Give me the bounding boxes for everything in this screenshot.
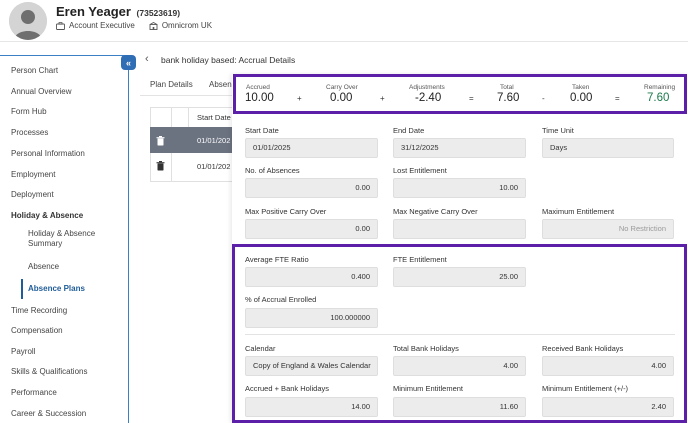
sidebar-item-compensation[interactable]: Compensation (11, 326, 63, 335)
fte-entitlement-label: FTE Entitlement (393, 255, 447, 264)
max-negative-carry-over-label: Max Negative Carry Over (393, 207, 478, 216)
sidebar-item-payroll[interactable]: Payroll (11, 347, 35, 356)
start-date-field[interactable]: 01/01/2025 (245, 138, 378, 158)
calendar-label: Calendar (245, 344, 276, 353)
summary-accrued-label: Accrued (246, 84, 270, 91)
page-title: bank holiday based: Accrual Details (161, 55, 296, 65)
sidebar-item-deployment[interactable]: Deployment (11, 190, 54, 199)
plus-operator: + (297, 94, 302, 103)
tab-absences[interactable]: Absen (209, 80, 232, 89)
employee-company: Omnicrom UK (161, 21, 213, 30)
summary-taken-label: Taken (572, 84, 590, 91)
sidebar-item-holiday-absence[interactable]: Holiday & Absence (11, 211, 83, 220)
total-bank-holidays-field[interactable]: 4.00 (393, 356, 526, 376)
sidebar-item-personal-information[interactable]: Personal Information (11, 149, 85, 158)
received-bank-holidays-label: Received Bank Holidays (542, 344, 624, 353)
sidebar-subitem-absence-plans[interactable]: Absence Plans (28, 284, 123, 294)
sidebar-item-performance[interactable]: Performance (11, 388, 57, 397)
summary-total-label: Total (500, 84, 514, 91)
sidebar-item-person-chart[interactable]: Person Chart (11, 66, 58, 75)
time-unit-label: Time Unit (542, 126, 574, 135)
minimum-entitlement-pm-field[interactable]: 2.40 (542, 397, 674, 417)
lost-entitlement-label: Lost Entitlement (393, 166, 447, 175)
pct-accrual-enrolled-label: % of Accrual Enrolled (245, 295, 317, 304)
avatar (9, 2, 47, 40)
average-fte-ratio-label: Average FTE Ratio (245, 255, 309, 264)
summary-accrued-value: 10.00 (245, 92, 274, 104)
end-date-label: End Date (393, 126, 425, 135)
received-bank-holidays-field[interactable]: 4.00 (542, 356, 674, 376)
sidebar-item-skills-qualifications[interactable]: Skills & Qualifications (11, 367, 87, 376)
table-divider (188, 107, 189, 127)
sidebar-item-processes[interactable]: Processes (11, 128, 48, 137)
sidebar-item-annual-overview[interactable]: Annual Overview (11, 87, 71, 96)
employee-name-line: Eren Yeager (73523619) (56, 4, 180, 19)
sidebar-item-career-succession[interactable]: Career & Succession (11, 409, 86, 418)
total-bank-holidays-label: Total Bank Holidays (393, 344, 459, 353)
sidebar-subitem-holiday-absence-summary[interactable]: Holiday & Absence Summary (28, 229, 123, 249)
section-divider (245, 334, 675, 335)
maximum-entitlement-field[interactable]: No Restriction (542, 219, 674, 239)
table-cell-start: 01/01/202 (197, 136, 231, 145)
calendar-field[interactable]: Copy of England & Wales Calendar (245, 356, 378, 376)
max-positive-carry-over-field[interactable]: 0.00 (245, 219, 378, 239)
plus-operator: + (380, 94, 385, 103)
accrued-bank-holidays-field[interactable]: 14.00 (245, 397, 378, 417)
briefcase-icon (56, 21, 65, 30)
employee-role: Account Executive (69, 21, 135, 30)
max-positive-carry-over-label: Max Positive Carry Over (245, 207, 327, 216)
minimum-entitlement-pm-label: Minimum Entitlement (+/-) (542, 384, 629, 393)
summary-adjustments-value: -2.40 (415, 92, 442, 104)
sidebar-collapse-button[interactable]: « (121, 55, 136, 70)
summary-remaining-value: 7.60 (647, 92, 670, 104)
minimum-entitlement-label: Minimum Entitlement (393, 384, 464, 393)
trash-icon[interactable] (156, 136, 165, 146)
minus-operator: - (542, 94, 545, 103)
sidebar-subitem-absence[interactable]: Absence (28, 262, 123, 272)
trash-icon[interactable] (156, 161, 165, 171)
lost-entitlement-field[interactable]: 10.00 (393, 178, 526, 198)
summary-carry-over-label: Carry Over (326, 84, 358, 91)
building-icon (149, 21, 158, 30)
employee-subtitle: Account Executive Omnicrom UK (56, 21, 212, 30)
sidebar-item-form-hub[interactable]: Form Hub (11, 107, 47, 116)
summary-remaining-label: Remaining (644, 84, 676, 91)
active-indicator (21, 279, 23, 299)
end-date-field[interactable]: 31/12/2025 (393, 138, 526, 158)
sidebar-item-time-recording[interactable]: Time Recording (11, 306, 67, 315)
column-header-start-date[interactable]: Start Date (197, 113, 231, 122)
summary-taken-value: 0.00 (570, 92, 593, 104)
minimum-entitlement-field[interactable]: 11.60 (393, 397, 526, 417)
accrued-bank-holidays-label: Accrued + Bank Holidays (245, 384, 330, 393)
summary-adjustments-label: Adjustments (409, 84, 445, 91)
no-of-absences-field[interactable]: 0.00 (245, 178, 378, 198)
tab-plan-details[interactable]: Plan Details (150, 80, 193, 89)
equals-operator: = (615, 94, 620, 103)
no-of-absences-label: No. of Absences (245, 166, 300, 175)
maximum-entitlement-label: Maximum Entitlement (542, 207, 615, 216)
avatar-person-icon (9, 2, 47, 40)
table-cell-start: 01/01/202 (197, 162, 231, 171)
average-fte-ratio-field[interactable]: 0.400 (245, 267, 378, 287)
fte-entitlement-field[interactable]: 25.00 (393, 267, 526, 287)
start-date-label: Start Date (245, 126, 279, 135)
employee-name: Eren Yeager (56, 4, 131, 19)
pct-accrual-enrolled-field[interactable]: 100.000000 (245, 308, 378, 328)
summary-carry-over-value: 0.00 (330, 92, 353, 104)
time-unit-field[interactable]: Days (542, 138, 674, 158)
employee-header: Eren Yeager (73523619) Account Executive… (0, 0, 688, 42)
employee-id: (73523619) (136, 8, 181, 18)
equals-operator: = (469, 94, 474, 103)
max-negative-carry-over-field[interactable] (393, 219, 526, 239)
back-arrow-icon[interactable]: ‹ (145, 53, 149, 65)
sidebar-item-employment[interactable]: Employment (11, 170, 55, 179)
summary-total-value: 7.60 (497, 92, 520, 104)
